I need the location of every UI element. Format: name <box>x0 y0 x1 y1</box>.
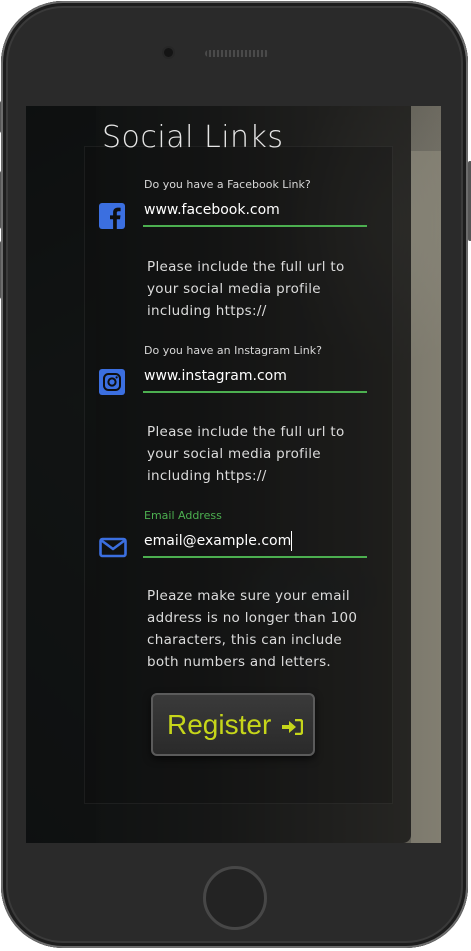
page-title: Social Links <box>102 120 284 155</box>
facebook-field: Do you have a Facebook Link? <box>99 178 367 234</box>
background-card-edge <box>411 151 441 843</box>
facebook-help-text: Please include the full url to your soci… <box>147 259 345 319</box>
instagram-help-text: Please include the full url to your soci… <box>147 424 345 484</box>
email-help-text: Pleaze make sure your email address is n… <box>147 588 358 670</box>
instagram-input[interactable] <box>143 361 367 393</box>
instagram-field: Do you have an Instagram Link? <box>99 344 367 400</box>
facebook-icon <box>99 203 125 229</box>
home-button[interactable] <box>203 866 267 930</box>
instagram-icon <box>99 369 125 395</box>
screen: Social Links Do you have a Facebook Link… <box>26 106 441 843</box>
register-button[interactable]: Register <box>151 693 315 756</box>
envelope-icon <box>99 537 127 558</box>
volume-down-button <box>0 241 1 299</box>
social-links-form: Social Links Do you have a Facebook Link… <box>26 106 411 843</box>
instagram-label: Do you have an Instagram Link? <box>144 344 322 357</box>
register-label: Register <box>167 709 272 740</box>
front-camera <box>164 48 173 57</box>
volume-up-button <box>0 171 1 229</box>
email-field: Email Address <box>99 509 367 565</box>
email-input[interactable] <box>143 526 367 558</box>
earpiece-speaker <box>205 50 269 57</box>
text-cursor <box>291 531 292 551</box>
sign-in-icon <box>282 719 303 735</box>
facebook-input[interactable] <box>143 195 367 227</box>
facebook-label: Do you have a Facebook Link? <box>144 178 311 191</box>
email-label: Email Address <box>144 509 222 522</box>
